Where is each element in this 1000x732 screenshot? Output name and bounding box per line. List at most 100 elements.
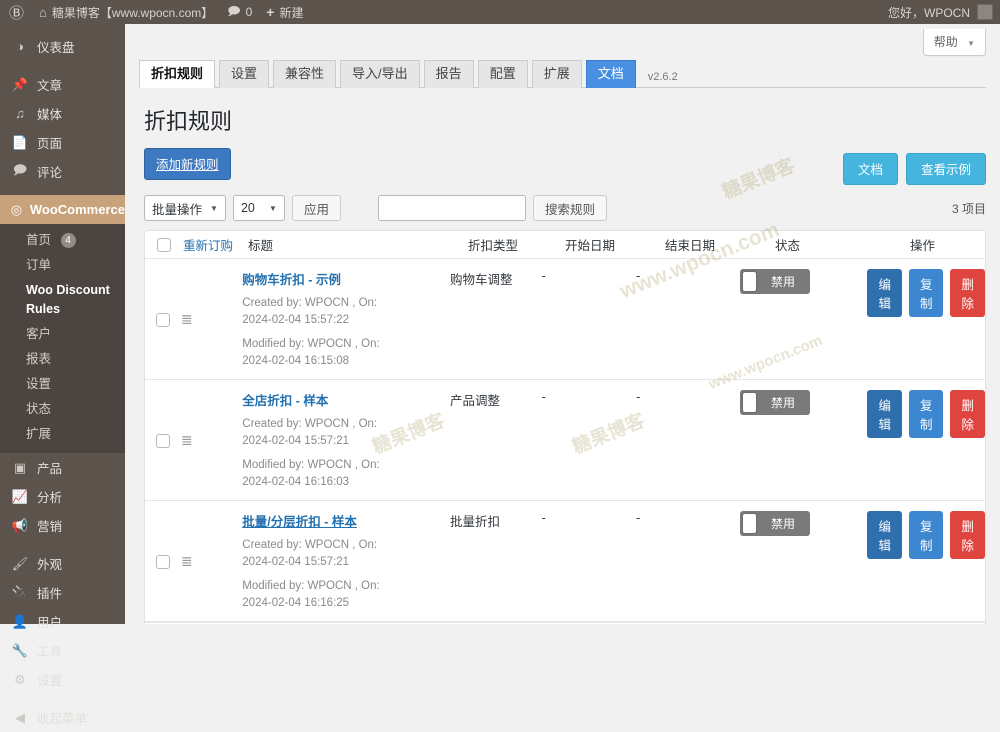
status-toggle-label: 禁用	[756, 394, 810, 411]
submenu-item-customers[interactable]: 客户	[0, 322, 125, 347]
rule-end-date-cell: -	[636, 511, 740, 612]
search-input[interactable]	[378, 195, 526, 221]
rule-title-link[interactable]: 批量/分层折扣 - 样本	[242, 511, 450, 530]
row-drag-handle-cell[interactable]: ≣	[181, 390, 242, 491]
drag-handle-icon[interactable]: ≣	[181, 432, 193, 449]
docs-button[interactable]: 文档	[843, 153, 898, 185]
row-checkbox-cell[interactable]	[145, 269, 181, 370]
edit-button[interactable]: 编辑	[867, 269, 902, 317]
tab-docs[interactable]: 文档	[586, 60, 636, 88]
rule-end-date-cell: -	[636, 390, 740, 491]
view-demo-button[interactable]: 查看示例	[906, 153, 986, 185]
sidebar-item-label: 产品	[37, 458, 62, 477]
add-new-rule-button[interactable]: 添加新规则	[144, 148, 231, 180]
sidebar-item-marketing[interactable]: 📢 营销	[0, 511, 125, 540]
status-toggle-label: 禁用	[756, 273, 810, 290]
submenu-item-home[interactable]: 首页 4	[0, 228, 125, 253]
submenu-item-woo-discount-rules[interactable]: Woo Discount Rules	[0, 278, 125, 322]
delete-button[interactable]: 删除	[950, 269, 985, 317]
status-toggle[interactable]: 禁用	[740, 269, 810, 294]
tab-settings[interactable]: 设置	[219, 60, 269, 88]
row-checkbox[interactable]	[156, 555, 170, 569]
sidebar-item-settings[interactable]: ⚙ 设置	[0, 665, 125, 694]
rule-created-meta: Created by: WPOCN , On: 2024-02-04 15:57…	[242, 416, 394, 450]
tab-compatibility[interactable]: 兼容性	[273, 60, 336, 88]
reorder-link[interactable]: 重新订购	[183, 239, 233, 253]
row-checkbox[interactable]	[156, 313, 170, 327]
comments-bubble[interactable]: 🗩 0	[220, 0, 259, 24]
tab-report[interactable]: 报告	[424, 60, 474, 88]
settings-icon: ⚙	[10, 672, 30, 688]
rule-actions-cell: 编辑 复制 删除	[867, 390, 985, 491]
status-toggle[interactable]: 禁用	[740, 390, 810, 415]
row-drag-handle-cell[interactable]: ≣	[181, 511, 242, 612]
delete-button[interactable]: 删除	[950, 511, 985, 559]
rule-status-cell: 禁用	[740, 269, 867, 370]
submenu-item-reports[interactable]: 报表	[0, 347, 125, 372]
sidebar-item-label: 分析	[37, 487, 62, 506]
plugin-icon: 🔌	[10, 585, 30, 601]
submenu-item-extensions[interactable]: 扩展	[0, 422, 125, 447]
row-checkbox-cell[interactable]	[145, 511, 181, 612]
sidebar-item-posts[interactable]: 📌 文章	[0, 70, 125, 99]
help-button[interactable]: 帮助 ▼	[923, 29, 986, 56]
table-row: ≣ 全店折扣 - 样本 Created by: WPOCN , On: 2024…	[145, 380, 985, 501]
search-rules-button[interactable]: 搜索规则	[533, 195, 607, 221]
row-checkbox[interactable]	[156, 434, 170, 448]
tab-import-export[interactable]: 导入/导出	[340, 60, 420, 88]
duplicate-button[interactable]: 复制	[909, 511, 944, 559]
status-toggle[interactable]: 禁用	[740, 511, 810, 536]
sidebar-item-appearance[interactable]: 🖌 外观	[0, 549, 125, 578]
site-name-menu[interactable]: ⌂ 糖果博客【www.wpocn.com】	[32, 0, 220, 24]
chevron-down-icon: ▼	[269, 204, 277, 213]
edit-button[interactable]: 编辑	[867, 511, 902, 559]
edit-button[interactable]: 编辑	[867, 390, 902, 438]
admin-sidebar-menu: ◑ 仪表盘 📌 文章 ♫ 媒体 📄 页面 🗩 评论 ◎ WooCommerce …	[0, 24, 125, 624]
sidebar-item-dashboard[interactable]: ◑ 仪表盘	[0, 32, 125, 61]
product-icon: ▣	[10, 460, 30, 476]
duplicate-button[interactable]: 复制	[909, 390, 944, 438]
drag-handle-icon[interactable]: ≣	[181, 553, 193, 570]
rule-start-date-cell: -	[542, 390, 636, 491]
select-all-checkbox[interactable]	[157, 238, 171, 252]
rule-title-cell: 购物车折扣 - 示例 Created by: WPOCN , On: 2024-…	[242, 269, 450, 370]
sidebar-item-woocommerce[interactable]: ◎ WooCommerce	[0, 195, 125, 224]
row-checkbox-cell[interactable]	[145, 390, 181, 491]
row-drag-handle-cell[interactable]: ≣	[181, 269, 242, 370]
my-account-menu[interactable]: 您好，WPOCN	[881, 0, 1000, 24]
column-header-reorder[interactable]: 重新订购	[183, 235, 248, 254]
sidebar-item-pages[interactable]: 📄 页面	[0, 128, 125, 157]
apply-button[interactable]: 应用	[292, 195, 341, 221]
wordpress-logo-icon[interactable]: Ⓑ	[0, 0, 32, 24]
sidebar-item-tools[interactable]: 🔧 工具	[0, 636, 125, 665]
rule-status-cell: 禁用	[740, 511, 867, 612]
sidebar-item-analytics[interactable]: 📈 分析	[0, 482, 125, 511]
rule-title-link[interactable]: 全店折扣 - 样本	[242, 390, 450, 409]
submenu-item-orders[interactable]: 订单	[0, 253, 125, 278]
submenu-item-settings[interactable]: 设置	[0, 372, 125, 397]
bulk-action-select[interactable]: 批量操作 ▼	[144, 195, 226, 221]
duplicate-button[interactable]: 复制	[909, 269, 944, 317]
pin-icon: 📌	[10, 77, 30, 93]
tab-discount-rules[interactable]: 折扣规则	[139, 60, 215, 88]
collapse-icon: ◀	[10, 710, 30, 726]
help-row: 帮助 ▼	[125, 24, 1000, 58]
content-area: 帮助 ▼ 折扣规则 设置 兼容性 导入/导出 报告 配置 扩展 文档 v2.6.…	[125, 24, 1000, 624]
tab-extensions[interactable]: 扩展	[532, 60, 582, 88]
sidebar-item-media[interactable]: ♫ 媒体	[0, 99, 125, 128]
column-header-start-date: 开始日期	[565, 235, 665, 254]
sidebar-item-comments[interactable]: 🗩 评论	[0, 157, 125, 186]
sidebar-item-collapse[interactable]: ◀ 收起菜单	[0, 703, 125, 732]
sidebar-item-products[interactable]: ▣ 产品	[0, 453, 125, 482]
sidebar-item-label: 媒体	[37, 104, 62, 123]
rule-title-link[interactable]: 购物车折扣 - 示例	[242, 269, 450, 288]
sidebar-item-users[interactable]: 👤 用户	[0, 607, 125, 636]
delete-button[interactable]: 删除	[950, 390, 985, 438]
tab-configuration[interactable]: 配置	[478, 60, 528, 88]
submenu-item-status[interactable]: 状态	[0, 397, 125, 422]
sidebar-item-plugins[interactable]: 🔌 插件	[0, 578, 125, 607]
per-page-select[interactable]: 20 ▼	[233, 195, 285, 221]
select-all-checkbox-cell[interactable]	[145, 238, 183, 252]
drag-handle-icon[interactable]: ≣	[181, 311, 193, 328]
new-content-menu[interactable]: + 新建	[259, 0, 310, 24]
